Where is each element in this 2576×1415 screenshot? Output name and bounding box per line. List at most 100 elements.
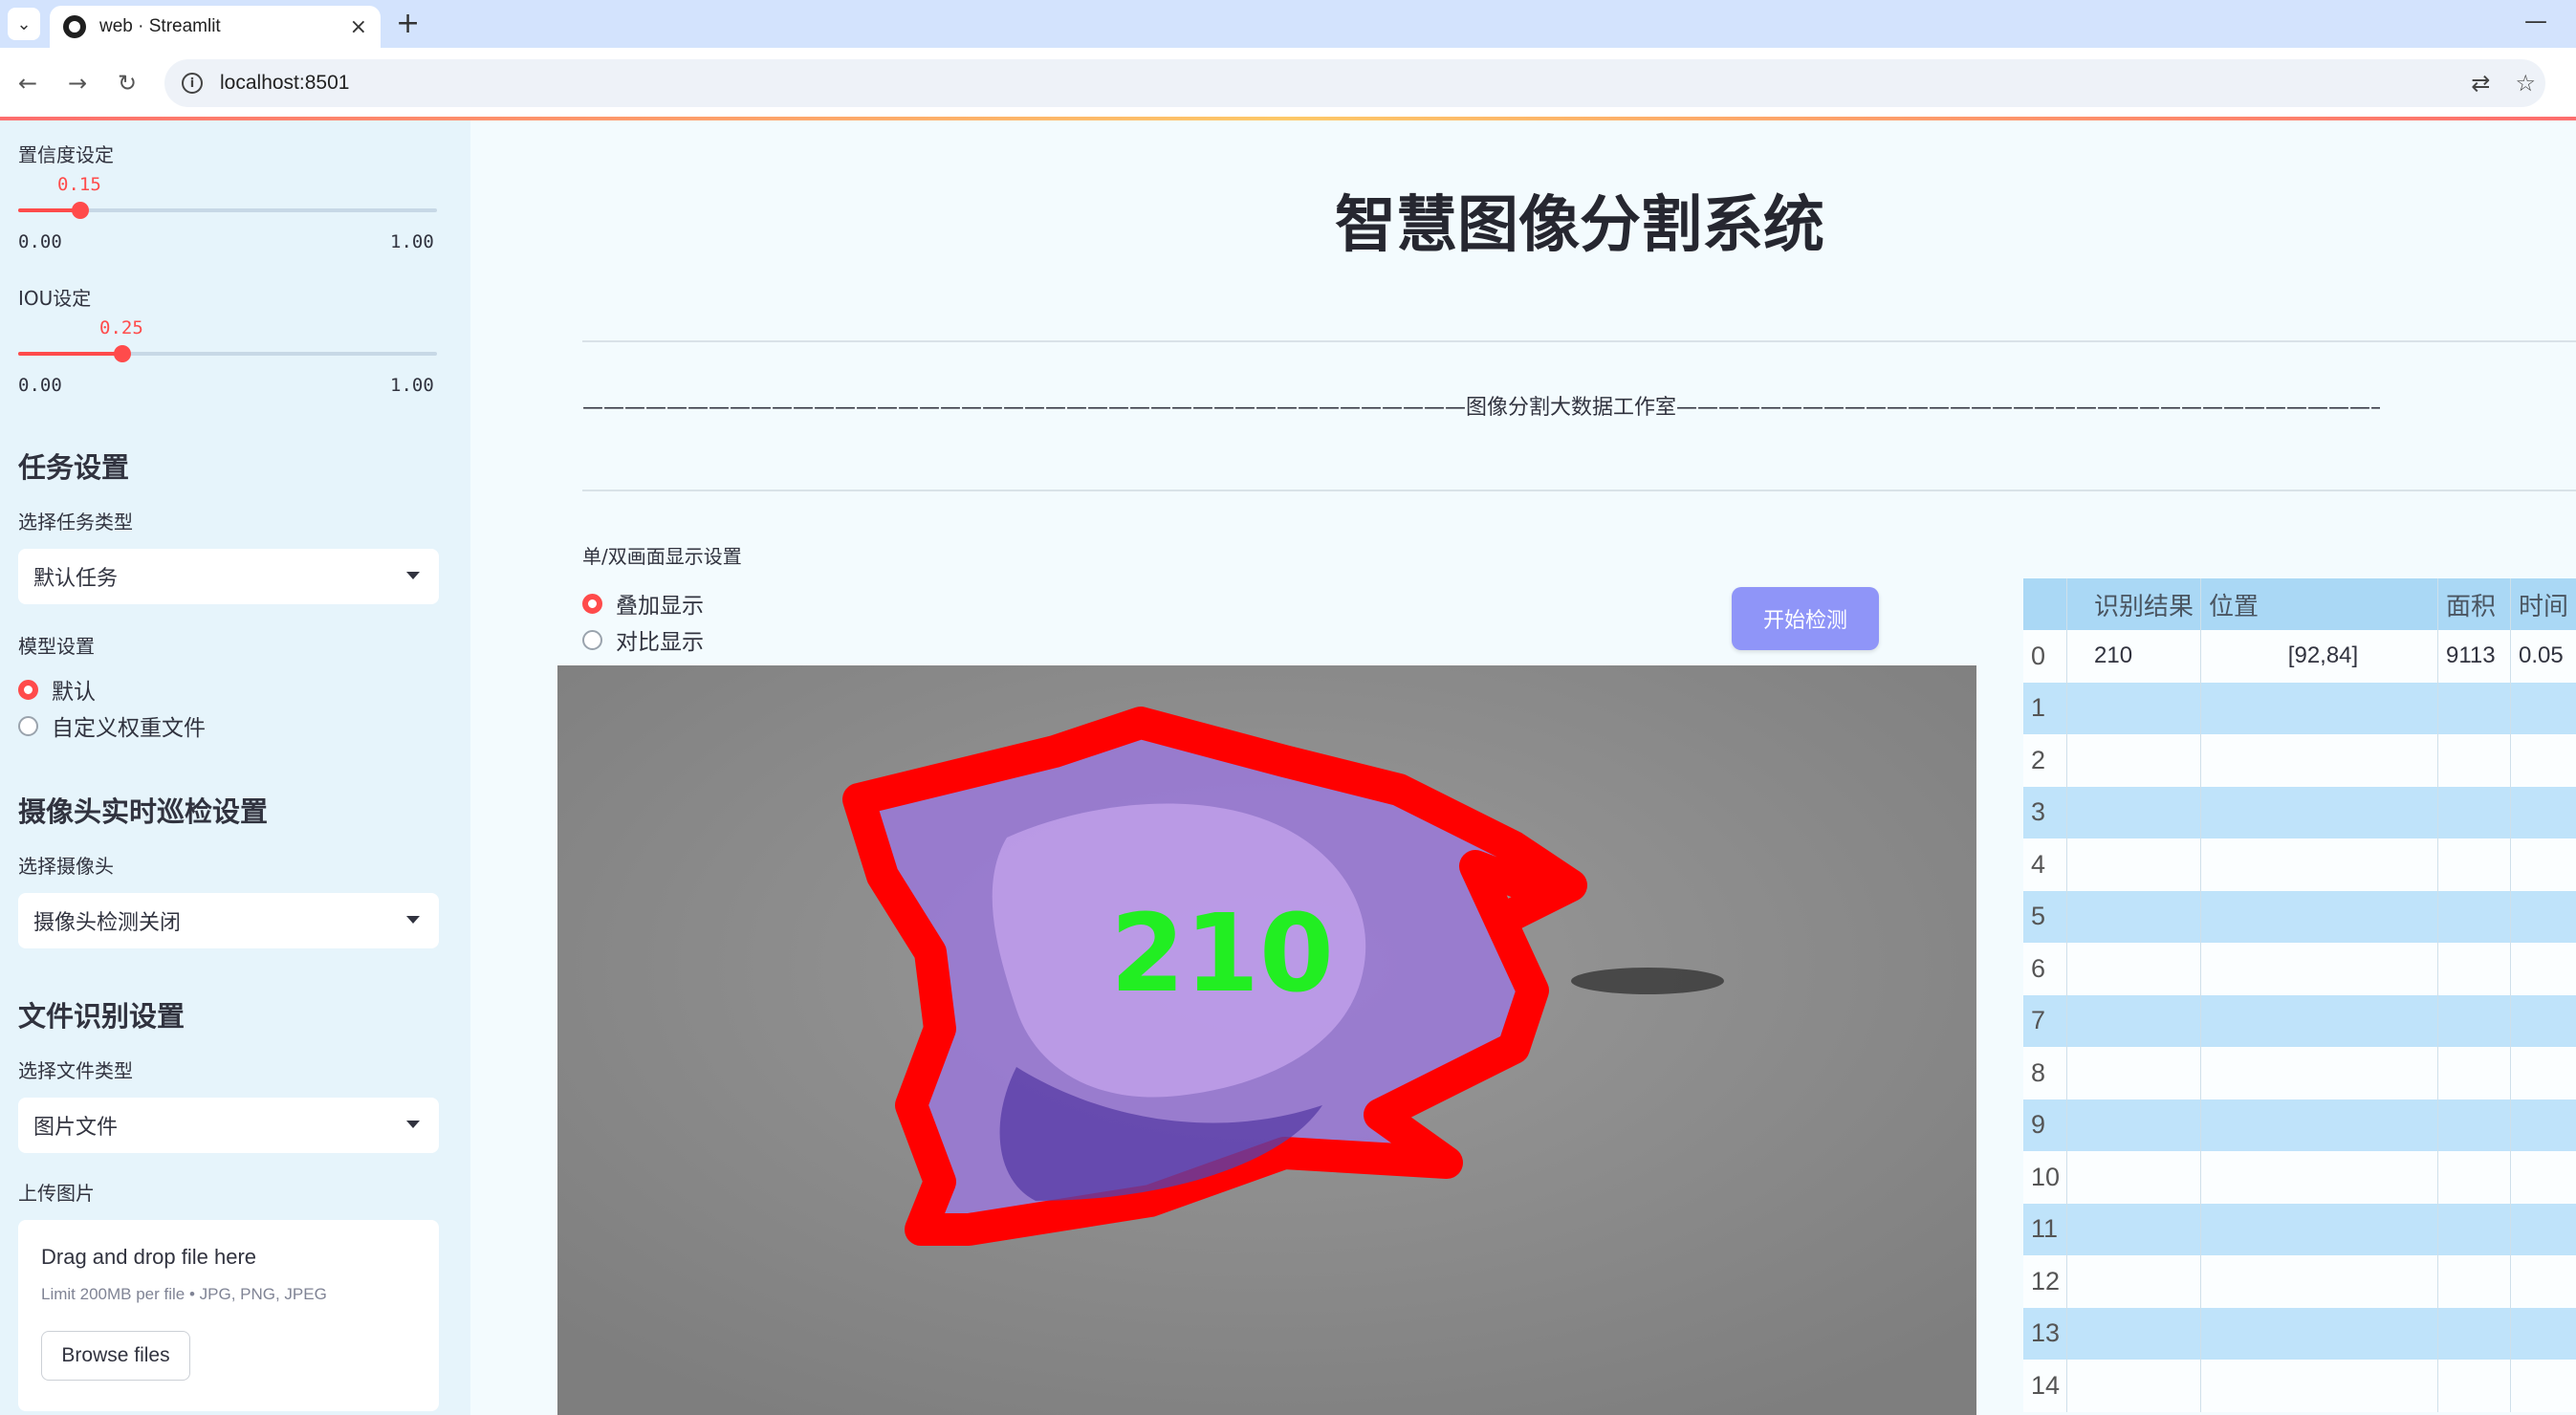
- row-position: [2201, 994, 2438, 1047]
- camera-select[interactable]: 摄像头检测关闭: [18, 893, 439, 948]
- iou-min: 0.00: [18, 375, 62, 396]
- radio-unselected-icon[interactable]: [18, 715, 38, 736]
- row-index: 0: [2023, 630, 2067, 683]
- iou-slider-thumb[interactable]: [114, 345, 131, 362]
- row-time: [2511, 838, 2576, 891]
- table-row[interactable]: 1: [2023, 682, 2576, 734]
- row-result: [2067, 786, 2201, 838]
- table-row[interactable]: 12: [2023, 1255, 2576, 1308]
- model-option-default-label: 默认: [52, 680, 96, 705]
- tab-search-menu-button[interactable]: ⌄: [8, 8, 40, 40]
- confidence-slider[interactable]: [18, 202, 437, 219]
- table-header-result[interactable]: 识别结果: [2067, 578, 2201, 630]
- radio-selected-icon[interactable]: [582, 593, 602, 614]
- row-area: [2438, 943, 2511, 995]
- translate-icon[interactable]: ⇄: [2471, 70, 2490, 97]
- segmentation-result-image: 210: [557, 665, 1976, 1415]
- streamlit-favicon-icon: [63, 15, 86, 38]
- row-result: [2067, 1255, 2201, 1308]
- row-position: [2201, 1203, 2438, 1255]
- file-uploader-dropzone[interactable]: Drag and drop file here Limit 200MB per …: [18, 1220, 439, 1411]
- row-position: [2201, 890, 2438, 943]
- browser-tab[interactable]: web · Streamlit ×: [50, 6, 381, 48]
- table-row[interactable]: 7: [2023, 994, 2576, 1047]
- model-option-default[interactable]: 默认: [18, 673, 96, 706]
- detection-label-text: 210: [1110, 892, 1334, 1016]
- forward-arrow-icon[interactable]: →: [59, 65, 96, 101]
- results-table[interactable]: 识别结果 位置 面积 时间 0 210 [92,84] 9113 0.05 1 2 3 4 5 6 7…: [2023, 578, 2576, 1412]
- row-area: [2438, 682, 2511, 734]
- row-area: [2438, 734, 2511, 787]
- confidence-slider-thumb[interactable]: [72, 202, 89, 219]
- file-type-select[interactable]: 图片文件: [18, 1098, 439, 1153]
- row-index: 4: [2023, 838, 2067, 891]
- row-index: 12: [2023, 1255, 2067, 1308]
- display-option-compare-label: 对比显示: [616, 630, 704, 655]
- row-time: [2511, 1047, 2576, 1099]
- display-option-overlay-label: 叠加显示: [616, 594, 704, 619]
- browse-files-button[interactable]: Browse files: [41, 1331, 190, 1381]
- row-area: [2438, 1151, 2511, 1204]
- table-header-row: 识别结果 位置 面积 时间: [2023, 578, 2576, 630]
- table-body: 0 210 [92,84] 9113 0.05 1 2 3 4 5 6 7 8 9 10 11 12 13 14: [2023, 630, 2576, 1412]
- table-row[interactable]: 13: [2023, 1307, 2576, 1360]
- row-position: [2201, 1360, 2438, 1412]
- segmentation-canvas: 210: [557, 665, 1976, 1415]
- row-result: [2067, 890, 2201, 943]
- table-row[interactable]: 6: [2023, 943, 2576, 995]
- row-index: 3: [2023, 786, 2067, 838]
- row-result: [2067, 682, 2201, 734]
- display-option-compare[interactable]: 对比显示: [582, 623, 704, 656]
- model-option-custom[interactable]: 自定义权重文件: [18, 709, 206, 742]
- start-detection-button[interactable]: 开始检测: [1732, 587, 1879, 650]
- table-row[interactable]: 14: [2023, 1360, 2576, 1412]
- back-arrow-icon[interactable]: ←: [10, 65, 46, 101]
- row-index: 2: [2023, 734, 2067, 787]
- row-result: [2067, 1099, 2201, 1151]
- table-row[interactable]: 3: [2023, 786, 2576, 838]
- radio-unselected-icon[interactable]: [582, 629, 602, 650]
- display-option-overlay[interactable]: 叠加显示: [582, 587, 704, 620]
- address-bar[interactable]: i localhost:8501 ⇄ ☆: [164, 59, 2545, 107]
- camera-settings-heading: 摄像头实时巡检设置: [18, 795, 269, 828]
- model-settings-label: 模型设置: [18, 635, 95, 658]
- row-position: [2201, 682, 2438, 734]
- iou-slider[interactable]: [18, 345, 437, 362]
- confidence-value: 0.15: [57, 174, 101, 195]
- table-header-area[interactable]: 面积: [2438, 578, 2511, 630]
- task-type-select[interactable]: 默认任务: [18, 549, 439, 604]
- row-position: [2201, 1047, 2438, 1099]
- row-position: [2201, 1307, 2438, 1360]
- table-row[interactable]: 8: [2023, 1047, 2576, 1099]
- row-area: [2438, 1307, 2511, 1360]
- reload-icon[interactable]: ↻: [109, 65, 145, 101]
- table-header-time[interactable]: 时间: [2511, 578, 2576, 630]
- table-row[interactable]: 5: [2023, 890, 2576, 944]
- row-position: [2201, 1151, 2438, 1204]
- row-area: [2438, 1047, 2511, 1099]
- row-index: 5: [2023, 890, 2067, 943]
- minimize-window-button[interactable]: —: [2524, 8, 2547, 34]
- new-tab-button[interactable]: +: [396, 8, 420, 40]
- row-area: [2438, 1099, 2511, 1151]
- row-time: [2511, 891, 2576, 944]
- iou-value: 0.25: [99, 317, 143, 338]
- model-option-custom-label: 自定义权重文件: [52, 716, 206, 741]
- row-area: [2438, 890, 2511, 943]
- site-info-icon[interactable]: i: [182, 73, 203, 94]
- table-row[interactable]: 9: [2023, 1099, 2576, 1151]
- task-settings-heading: 任务设置: [18, 451, 130, 484]
- table-header-position[interactable]: 位置: [2201, 578, 2438, 630]
- table-row[interactable]: 2: [2023, 734, 2576, 787]
- radio-selected-icon[interactable]: [18, 679, 38, 700]
- table-row[interactable]: 0 210 [92,84] 9113 0.05: [2023, 630, 2576, 683]
- file-type-label: 选择文件类型: [18, 1059, 133, 1082]
- table-row[interactable]: 4: [2023, 838, 2576, 891]
- bookmark-star-icon[interactable]: ☆: [2515, 70, 2536, 97]
- row-position: [2201, 734, 2438, 787]
- row-position: [2201, 1255, 2438, 1308]
- tab-close-icon[interactable]: ×: [350, 15, 367, 39]
- table-row[interactable]: 11: [2023, 1203, 2576, 1255]
- table-row[interactable]: 10: [2023, 1151, 2576, 1204]
- upload-drag-text: Drag and drop file here: [41, 1245, 257, 1269]
